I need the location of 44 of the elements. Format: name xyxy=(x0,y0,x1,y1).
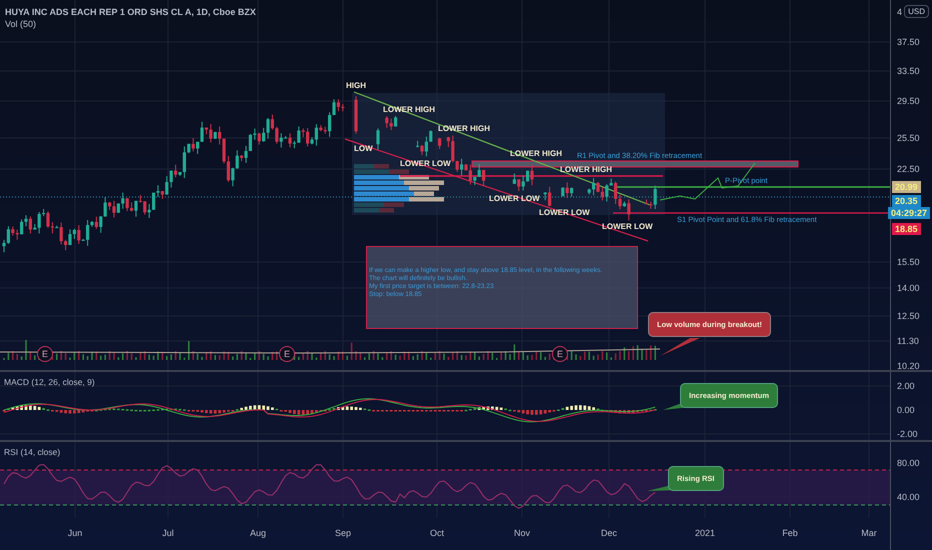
price-label: 20.35 xyxy=(892,195,921,207)
price-tick: 15.50 xyxy=(897,257,920,267)
price-tick: 25.50 xyxy=(897,133,920,143)
earnings-marker[interactable]: E xyxy=(37,346,53,362)
price-tick: 22.50 xyxy=(897,164,920,174)
time-tick: Jun xyxy=(68,528,82,538)
price-tick: 37.50 xyxy=(897,37,920,47)
price-label: 18.85 xyxy=(892,223,921,235)
price-tick: 12.50 xyxy=(897,311,920,321)
swing-label: LOWER LOW xyxy=(602,222,653,231)
macd-tick: -2.00 xyxy=(897,429,918,439)
chart-title: HUYA INC ADS EACH REP 1 ORD SHS CL A, 1D, Cboe BZX xyxy=(5,7,256,17)
rsi-tick: 40.00 xyxy=(897,492,920,502)
swing-label: LOW xyxy=(354,144,373,153)
macd-tick: 0.00 xyxy=(897,405,915,415)
time-tick: Jul xyxy=(162,528,174,538)
time-tick: Dec xyxy=(601,528,617,538)
price-tick: 33.50 xyxy=(897,66,920,76)
time-tick: 2021 xyxy=(694,528,716,538)
swing-label: LOWER HIGH xyxy=(560,165,612,174)
swing-label: LOWER LOW xyxy=(489,194,540,203)
time-tick: Mar xyxy=(861,528,877,538)
price-tick: 14.00 xyxy=(897,283,920,293)
earnings-marker[interactable]: E xyxy=(279,346,295,362)
earnings-marker[interactable]: E xyxy=(552,346,568,362)
time-tick: Nov xyxy=(514,528,530,538)
time-tick: Feb xyxy=(782,528,798,538)
currency-button[interactable]: USD xyxy=(904,5,929,18)
rsi-title: RSI (14, close) xyxy=(4,447,60,457)
macd-title: MACD (12, 26, close, 9) xyxy=(4,377,95,387)
rsi-tick: 80.00 xyxy=(897,458,920,468)
macd-tick: 2.00 xyxy=(897,381,915,391)
price-tick: 11.30 xyxy=(897,336,919,346)
time-tick: Oct xyxy=(430,528,444,538)
price-tick: 29.50 xyxy=(897,96,920,106)
swing-label: HIGH xyxy=(346,81,366,90)
price-label: 04:29:27 xyxy=(888,207,930,219)
price-tick: 10.20 xyxy=(897,361,920,371)
volume-indicator-label: Vol (50) xyxy=(5,19,38,29)
price-tick: 4 xyxy=(897,7,902,17)
price-label: 20.99 xyxy=(892,181,921,193)
time-tick: Sep xyxy=(335,528,351,538)
swing-label: LOWER LOW xyxy=(539,208,590,217)
time-tick: Aug xyxy=(250,528,266,538)
